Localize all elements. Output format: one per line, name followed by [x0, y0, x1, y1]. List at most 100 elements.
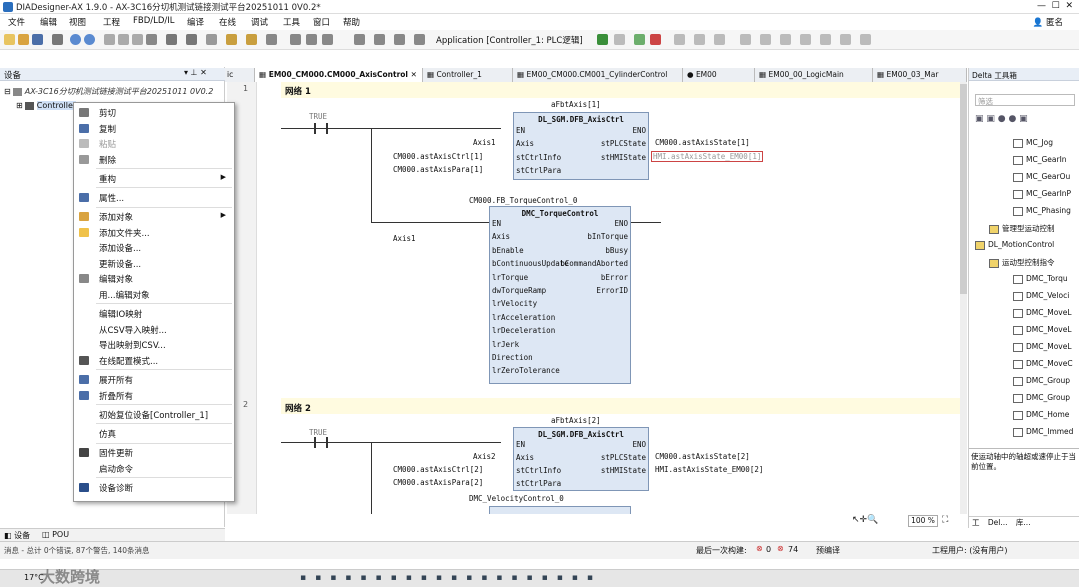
step-over-icon[interactable]: [694, 34, 705, 45]
taskbar-apps[interactable]: ▪▪▪▪▪▪▪▪▪▪▪▪▪▪▪▪▪▪▪▪: [300, 573, 780, 585]
tab-overflow[interactable]: ic: [225, 68, 255, 82]
menu-project[interactable]: 工程: [103, 16, 120, 28]
menu-debug[interactable]: 调试: [251, 16, 268, 28]
menu-item[interactable]: 导出映射到CSV...: [74, 337, 234, 352]
window-controls[interactable]: — ☐ ✕: [1037, 1, 1073, 11]
toolbox-item[interactable]: MC_GearOu: [1013, 172, 1070, 182]
output-var[interactable]: HMI.astAxisState_EM00[1]: [651, 151, 764, 162]
paste-toolbar-icon[interactable]: [132, 34, 143, 45]
tab-controller[interactable]: ▦ Controller_1: [423, 68, 513, 82]
menu-item[interactable]: 复制: [74, 121, 234, 136]
velocity-control-block[interactable]: [489, 506, 631, 514]
toolbox-item[interactable]: DMC_Immed: [1013, 427, 1073, 437]
fbd-editor[interactable]: 1 2 网络 1 TRUE aFbtAxis[1] DL_SGM.DFB_Axi…: [227, 82, 967, 514]
axis-ctrl-block[interactable]: DL_SGM.DFB_AxisCtrl EN Axis stCtrlInfo s…: [513, 112, 649, 180]
run-icon[interactable]: [634, 34, 645, 45]
return-icon[interactable]: [414, 34, 425, 45]
tab-em00[interactable]: ● EM00: [683, 68, 755, 82]
contact-symbol[interactable]: [314, 123, 328, 134]
coil-icon[interactable]: [322, 34, 333, 45]
axis-ctrl-block[interactable]: DL_SGM.DFB_AxisCtrl EN Axis stCtrlInfo s…: [513, 427, 649, 491]
contact-symbol[interactable]: [314, 437, 328, 448]
box-icon[interactable]: [374, 34, 385, 45]
toolbox-item[interactable]: 管理型运动控制: [989, 223, 1055, 234]
tab-em00-03[interactable]: ▦ EM00_03_Mar: [873, 68, 967, 82]
menu-item[interactable]: 粘贴: [74, 136, 234, 151]
toolbox-icons[interactable]: ▣ ▣ ● ● ▣: [975, 114, 1028, 124]
network-1[interactable]: 网络 1 TRUE aFbtAxis[1] DL_SGM.DFB_AxisCtr…: [281, 82, 961, 392]
menu-tools[interactable]: 工具: [283, 16, 300, 28]
output-var[interactable]: HMI.astAxisState_EM00[2]: [655, 465, 763, 474]
rebuild-icon[interactable]: [246, 34, 257, 45]
menu-item[interactable]: 启动命令: [74, 461, 234, 476]
tab-pou[interactable]: ◫ POU: [42, 530, 69, 539]
output-var[interactable]: CM000.astAxisState[2]: [655, 452, 750, 461]
tab-cylinder-control[interactable]: ▦ EM00_CM000.CM001_CylinderControl: [513, 68, 683, 82]
output-var[interactable]: CM000.astAxisState[1]: [655, 138, 750, 147]
redo-icon[interactable]: [84, 34, 95, 45]
application-selector[interactable]: Application [Controller_1: PLC逻辑]: [436, 34, 583, 46]
bookmark-icon[interactable]: [206, 34, 217, 45]
delete-toolbar-icon[interactable]: [146, 34, 157, 45]
jump-icon[interactable]: [394, 34, 405, 45]
zoom-fit-icon[interactable]: ⛶: [942, 515, 948, 525]
zoom-icon[interactable]: 🔍: [867, 515, 878, 525]
input-var[interactable]: CM000.astAxisPara[2]: [393, 478, 483, 487]
torque-control-block[interactable]: DMC_TorqueControl EN Axis bEnable bContinuo…: [489, 206, 631, 384]
menu-file[interactable]: 文件: [8, 16, 25, 28]
tree-root[interactable]: ⊟ AX-3C16分切机测试链接测试平台20251011 0V0.2: [4, 86, 213, 97]
toolbox-tab[interactable]: Del...: [988, 518, 1008, 527]
menu-item[interactable]: 设备诊断: [74, 480, 234, 495]
input-var[interactable]: CM000.astAxisCtrl[2]: [393, 465, 483, 474]
toolbox-item[interactable]: DMC_Group: [1013, 376, 1070, 386]
toolbox-item[interactable]: DMC_Home: [1013, 410, 1069, 420]
toolbox-item[interactable]: MC_GearIn: [1013, 155, 1067, 165]
menu-item[interactable]: 在线配置模式...: [74, 353, 234, 368]
view-icon[interactable]: [266, 34, 277, 45]
tab-logic-main[interactable]: ▦ EM00_00_LogicMain: [755, 68, 873, 82]
breakpoint-icon[interactable]: [740, 34, 751, 45]
input-var[interactable]: CM000.astAxisPara[1]: [393, 165, 483, 174]
toolbox-item[interactable]: DMC_Veloci: [1013, 291, 1069, 301]
toolbox-item[interactable]: 运动型控制指令: [989, 257, 1055, 268]
collapse-tree-icon[interactable]: ⊟: [4, 87, 11, 96]
expand-tree-icon[interactable]: ⊞: [16, 101, 23, 110]
logout-icon[interactable]: [614, 34, 625, 45]
copy-toolbar-icon[interactable]: [118, 34, 129, 45]
step-icon[interactable]: [674, 34, 685, 45]
menu-item[interactable]: 更新设备...: [74, 256, 234, 271]
menu-help[interactable]: 帮助: [343, 16, 360, 28]
toolbox-item[interactable]: MC_GearInP: [1013, 189, 1071, 199]
user-menu[interactable]: 👤 匿名: [1033, 16, 1063, 28]
menu-window[interactable]: 窗口: [313, 16, 330, 28]
unforce-icon[interactable]: [800, 34, 811, 45]
login-icon[interactable]: [597, 34, 608, 45]
settings-icon[interactable]: [860, 34, 871, 45]
network-2[interactable]: 网络 2 TRUE aFbtAxis[2] DL_SGM.DFB_AxisCtr…: [281, 398, 961, 514]
toolbox-item[interactable]: DMC_Group: [1013, 393, 1070, 403]
menu-item[interactable]: 添加文件夹...: [74, 225, 234, 240]
menu-item[interactable]: 编辑对象: [74, 271, 234, 286]
grid-icon[interactable]: [840, 34, 851, 45]
pan-icon[interactable]: ✛: [860, 515, 868, 525]
toolbox-tab[interactable]: 工: [972, 518, 980, 527]
menu-item[interactable]: 删除: [74, 152, 234, 167]
messages-summary[interactable]: 消息 - 总计 0个错误, 87个警告, 140条消息: [4, 545, 150, 556]
menu-item[interactable]: 从CSV导入映射...: [74, 322, 234, 337]
menu-item[interactable]: 重构 ▶: [74, 171, 234, 186]
tab-axis-control[interactable]: ▦ EM00_CM000.CM000_AxisControl ✕: [255, 68, 423, 82]
toolbox-item[interactable]: DMC_MoveL: [1013, 342, 1072, 352]
zoom-level[interactable]: 100 %: [908, 515, 938, 527]
menu-online[interactable]: 在线: [219, 16, 236, 28]
menu-fbd[interactable]: FBD/LD/IL: [133, 16, 175, 26]
tab-devices[interactable]: ◧ 设备: [4, 530, 30, 541]
toolbox-item[interactable]: DMC_MoveL: [1013, 325, 1072, 335]
menu-item[interactable]: 仿真: [74, 426, 234, 441]
tree-controller[interactable]: ⊞ Controller: [16, 101, 77, 110]
zoom-tools[interactable]: ↖✛🔍: [852, 515, 878, 525]
step-into-icon[interactable]: [714, 34, 725, 45]
menu-item[interactable]: 固件更新: [74, 445, 234, 460]
toolbox-item[interactable]: DMC_MoveL: [1013, 308, 1072, 318]
input-var[interactable]: Axis1: [473, 138, 496, 147]
contact-icon[interactable]: [306, 34, 317, 45]
